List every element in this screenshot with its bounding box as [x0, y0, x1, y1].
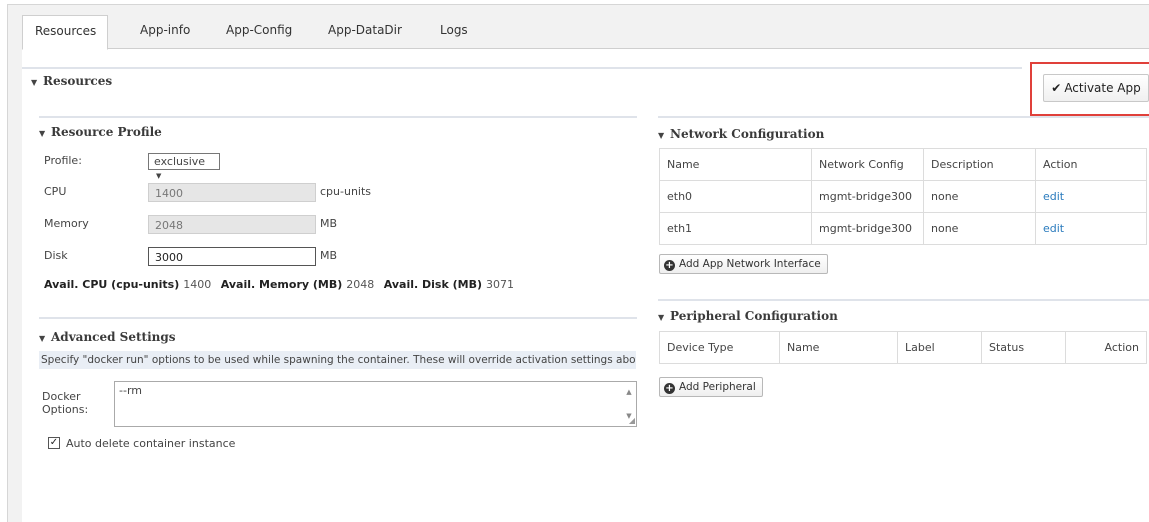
divider	[658, 299, 1149, 301]
table-row: eth1 mgmt-bridge300 none edit	[659, 212, 1147, 245]
profile-select[interactable]: exclusive ▼	[148, 153, 220, 180]
tab-resources[interactable]: Resources	[22, 15, 108, 50]
cell-action: edit	[1035, 180, 1147, 213]
peripheral-table: Device Type Name Label Status Action	[659, 331, 1147, 364]
cpu-unit: cpu-units	[320, 185, 372, 198]
cell-name: eth1	[659, 212, 812, 245]
tab-app-datadir[interactable]: App-DataDir	[316, 15, 414, 49]
column-header-description: Description	[923, 148, 1036, 181]
resource-profile-header[interactable]: ▼ Resource Profile	[39, 125, 162, 139]
collapse-triangle-icon: ▼	[39, 128, 46, 138]
docker-options-value: --rm	[119, 384, 142, 397]
cell-action: edit	[1035, 212, 1147, 245]
profile-label: Profile:	[44, 154, 82, 167]
memory-input: 2048	[148, 215, 316, 234]
network-table: Name Network Config Description Action e…	[659, 148, 1147, 245]
resources-section-header[interactable]: ▼ Resources	[31, 74, 112, 88]
column-header-device-type: Device Type	[659, 331, 780, 364]
advanced-settings-title: Advanced Settings	[51, 330, 176, 344]
memory-unit: MB	[320, 217, 338, 230]
docker-options-label-line2: Options:	[42, 403, 89, 416]
collapse-triangle-icon: ▼	[31, 77, 38, 87]
column-header-action: Action	[1065, 331, 1147, 364]
divider	[658, 116, 1149, 118]
resize-grip-icon[interactable]: ◢	[629, 416, 635, 425]
cpu-input: 1400	[148, 183, 316, 202]
edit-link[interactable]: edit	[1043, 190, 1064, 203]
docker-options-label: Docker Options:	[42, 390, 88, 416]
table-header-row: Name Network Config Description Action	[659, 148, 1147, 181]
disk-unit: MB	[320, 249, 338, 262]
divider	[39, 317, 637, 319]
column-header-label: Label	[897, 331, 982, 364]
collapse-triangle-icon: ▼	[658, 312, 665, 322]
auto-delete-checkbox[interactable]: ✓	[48, 437, 60, 449]
disk-label: Disk	[44, 249, 68, 262]
column-header-network-config: Network Config	[811, 148, 924, 181]
divider	[39, 116, 637, 118]
app-panel: Resources App-info App-Config App-DataDi…	[7, 4, 1149, 522]
table-row: eth0 mgmt-bridge300 none edit	[659, 180, 1147, 213]
avail-cpu-label: Avail. CPU (cpu-units)	[44, 278, 180, 291]
cell-description: none	[923, 212, 1036, 245]
memory-label: Memory	[44, 217, 89, 230]
plus-circle-icon: +	[664, 260, 675, 271]
network-config-title: Network Configuration	[670, 127, 825, 141]
column-header-name: Name	[659, 148, 812, 181]
tab-logs[interactable]: Logs	[428, 15, 480, 49]
docker-options-label-line1: Docker	[42, 390, 81, 403]
cell-name: eth0	[659, 180, 812, 213]
cell-network-config: mgmt-bridge300	[811, 180, 924, 213]
activate-highlight: ✔ Activate App	[1030, 62, 1149, 116]
checkmark-icon: ✔	[1051, 81, 1062, 95]
column-header-status: Status	[981, 331, 1066, 364]
edit-link[interactable]: edit	[1043, 222, 1064, 235]
plus-circle-icon: +	[664, 383, 675, 394]
activate-app-button[interactable]: ✔ Activate App	[1043, 74, 1149, 102]
peripheral-config-title: Peripheral Configuration	[670, 309, 838, 323]
resource-profile-title: Resource Profile	[51, 125, 162, 139]
peripheral-config-header[interactable]: ▼ Peripheral Configuration	[658, 309, 838, 323]
cpu-label: CPU	[44, 185, 67, 198]
avail-cpu-value: 1400	[183, 278, 212, 291]
collapse-triangle-icon: ▼	[658, 130, 665, 140]
add-network-interface-button[interactable]: + Add App Network Interface	[659, 254, 828, 274]
auto-delete-label: Auto delete container instance	[66, 437, 236, 450]
divider	[22, 67, 1022, 69]
add-network-interface-label: Add App Network Interface	[679, 258, 821, 270]
docker-options-note: Specify "docker run" options to be used …	[39, 351, 636, 369]
avail-disk-value: 3071	[486, 278, 514, 291]
table-header-row: Device Type Name Label Status Action	[659, 331, 1147, 364]
add-peripheral-button[interactable]: + Add Peripheral	[659, 377, 763, 397]
resources-title: Resources	[43, 74, 113, 88]
tab-app-info[interactable]: App-info	[128, 15, 202, 49]
docker-options-textarea[interactable]: --rm ▲ ▼ ◢	[114, 381, 637, 427]
add-peripheral-label: Add Peripheral	[679, 381, 756, 393]
avail-memory-label: Avail. Memory (MB)	[220, 278, 343, 291]
column-header-name: Name	[779, 331, 898, 364]
activate-app-label: Activate App	[1064, 81, 1141, 95]
collapse-triangle-icon: ▼	[39, 333, 46, 343]
tab-bar: Resources App-info App-Config App-DataDi…	[8, 5, 1149, 50]
profile-select-value: exclusive	[154, 155, 206, 168]
dropdown-arrow-icon: ▼	[156, 172, 162, 180]
column-header-action: Action	[1035, 148, 1147, 181]
disk-input[interactable]: 3000	[148, 247, 316, 266]
avail-disk-label: Avail. Disk (MB)	[383, 278, 482, 291]
cell-network-config: mgmt-bridge300	[811, 212, 924, 245]
cell-description: none	[923, 180, 1036, 213]
advanced-settings-header[interactable]: ▼ Advanced Settings	[39, 330, 176, 344]
available-resources: Avail. CPU (cpu-units) 1400 Avail. Memory…	[44, 278, 520, 291]
network-config-header[interactable]: ▼ Network Configuration	[658, 127, 824, 141]
tab-app-config[interactable]: App-Config	[214, 15, 304, 49]
avail-memory-value: 2048	[346, 278, 375, 291]
resources-content: ▼ Resources ✔ Activate App ▼ Resource Profi…	[22, 48, 1149, 522]
